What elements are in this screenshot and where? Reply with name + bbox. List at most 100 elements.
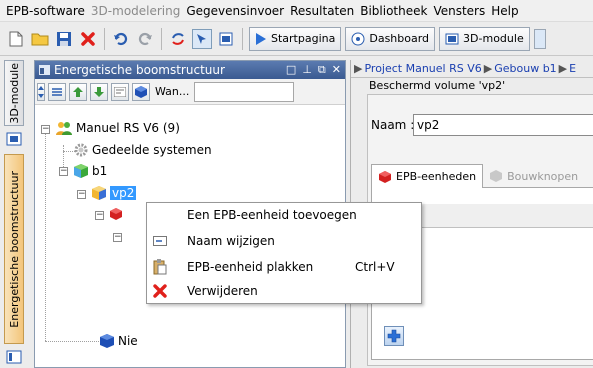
overflow-button[interactable] bbox=[533, 28, 546, 49]
expander-b1[interactable]: − bbox=[59, 167, 68, 176]
panel-divider bbox=[351, 77, 593, 78]
epb-unit-cube-icon bbox=[110, 208, 122, 220]
tab-energetische-boomstructuur[interactable]: Energetische boomstructuur bbox=[4, 154, 24, 344]
tree-icon[interactable] bbox=[6, 350, 22, 364]
arrow-down-icon bbox=[94, 86, 104, 97]
tree-connector bbox=[45, 341, 99, 342]
menu-item-paste[interactable]: EPB-eenheid plakken Ctrl+V bbox=[147, 256, 421, 277]
cursor-icon bbox=[197, 33, 206, 44]
expander-child[interactable]: − bbox=[95, 211, 104, 220]
new-file-icon bbox=[9, 31, 23, 46]
blue-cube-icon bbox=[100, 334, 114, 348]
add-button[interactable] bbox=[384, 326, 404, 346]
tab-bouwknopen[interactable]: Bouwknopen bbox=[483, 164, 584, 188]
open-folder-button[interactable] bbox=[30, 29, 50, 49]
context-menu: Een EPB-eenheid toevoegen Naam wijzigen … bbox=[146, 202, 422, 304]
tree-node-nie[interactable]: Nie bbox=[99, 333, 138, 349]
tab-bar: EPB-eenheden Bouwknopen bbox=[371, 164, 593, 188]
gear-icon bbox=[74, 143, 88, 157]
properties-button[interactable] bbox=[111, 82, 129, 101]
menu-vensters[interactable]: Vensters bbox=[433, 4, 485, 18]
toolbar-separator bbox=[104, 27, 105, 50]
dashboard-icon bbox=[351, 32, 365, 45]
tree-node-b1[interactable]: b1 bbox=[73, 163, 107, 179]
cube-view-button[interactable] bbox=[132, 82, 150, 101]
monitor-icon bbox=[445, 33, 459, 44]
side-tab-strip: 3D-module Energetische boomstructuur bbox=[4, 60, 26, 366]
building-cube-icon bbox=[74, 164, 88, 178]
menu-item-delete[interactable]: Verwijderen bbox=[147, 280, 421, 301]
folder-icon bbox=[31, 33, 49, 45]
cube-icon bbox=[135, 85, 147, 98]
menu-bibliotheek[interactable]: Bibliotheek bbox=[360, 4, 427, 18]
breadcrumb-arrow-icon: ▶ bbox=[483, 61, 493, 75]
menu-item-add-epb-unit[interactable]: Een EPB-eenheid toevoegen bbox=[147, 204, 421, 225]
delete-icon bbox=[81, 31, 95, 46]
breadcrumb: ▶ Project Manuel RS V6 ▶ Gebouw b1 ▶ E bbox=[351, 60, 593, 76]
collapse-all-button[interactable] bbox=[48, 82, 66, 101]
minimize-icon[interactable]: □ bbox=[286, 63, 296, 77]
pin-icon[interactable]: ⊥ bbox=[302, 63, 312, 77]
toolbar-separator bbox=[161, 27, 162, 50]
volume-title: Beschermd volume 'vp2' bbox=[369, 79, 506, 92]
expand-collapse-button[interactable] bbox=[37, 82, 45, 101]
tree-node-vp2[interactable]: vp2 bbox=[91, 185, 137, 201]
tree-filter-input[interactable] bbox=[194, 81, 295, 102]
undo-button[interactable] bbox=[111, 29, 131, 49]
breadcrumb-arrow-icon: ▶ bbox=[354, 61, 363, 75]
tree-node-gedeelde-systemen[interactable]: Gedeelde systemen bbox=[73, 142, 212, 158]
tree-panel-title: Energetische boomstructuur bbox=[54, 63, 225, 77]
refresh-icon bbox=[172, 32, 184, 45]
menu-help[interactable]: Help bbox=[491, 4, 518, 18]
delete-icon bbox=[152, 283, 168, 299]
properties-icon bbox=[114, 86, 126, 97]
arrow-up-icon bbox=[73, 86, 83, 97]
move-down-button[interactable] bbox=[90, 82, 108, 101]
expander-root[interactable]: − bbox=[41, 125, 50, 134]
dashboard-button[interactable]: Dashboard bbox=[345, 26, 436, 51]
expander-grandchild[interactable]: − bbox=[113, 233, 122, 242]
move-up-button[interactable] bbox=[69, 82, 87, 101]
breadcrumb-item-project[interactable]: Project Manuel RS V6 bbox=[364, 62, 481, 75]
redo-button[interactable] bbox=[135, 29, 155, 49]
filter-label[interactable]: Wan... bbox=[155, 85, 189, 98]
select-button[interactable] bbox=[192, 28, 212, 49]
tree-panel-header: Energetische boomstructuur □ ⊥ ⧉ ✕ bbox=[35, 61, 345, 79]
breadcrumb-arrow-icon: ▶ bbox=[558, 61, 568, 75]
breadcrumb-item-next[interactable]: E bbox=[569, 62, 576, 75]
naam-input[interactable]: vp2 bbox=[413, 114, 593, 136]
module-3d-icon[interactable] bbox=[6, 132, 22, 146]
save-icon bbox=[57, 31, 71, 46]
expander-vp2[interactable]: − bbox=[77, 190, 86, 199]
collapse-all-icon bbox=[52, 87, 62, 96]
window-button[interactable] bbox=[216, 29, 236, 49]
save-button[interactable] bbox=[54, 29, 74, 49]
menu-3d-modelering[interactable]: 3D-modelering bbox=[91, 4, 180, 18]
module-3d-button[interactable]: 3D-module bbox=[439, 26, 530, 51]
main-toolbar: Startpagina Dashboard 3D-module bbox=[0, 22, 593, 56]
volume-cube-icon bbox=[92, 186, 106, 200]
new-file-button[interactable] bbox=[6, 29, 26, 49]
startpagina-button[interactable]: Startpagina bbox=[249, 26, 342, 51]
breadcrumb-item-gebouw[interactable]: Gebouw b1 bbox=[494, 62, 556, 75]
tree-connector bbox=[45, 133, 46, 341]
menu-item-rename[interactable]: Naam wijzigen bbox=[147, 230, 421, 251]
panel-controls: □ ⊥ ⧉ ✕ bbox=[286, 63, 341, 77]
menu-epb-software[interactable]: EPB-software bbox=[6, 4, 85, 18]
bouwknopen-icon bbox=[490, 170, 503, 182]
tree-toolbar: Wan... bbox=[35, 79, 345, 105]
redo-icon bbox=[138, 32, 152, 45]
refresh-button[interactable] bbox=[168, 29, 188, 49]
float-icon[interactable]: ⧉ bbox=[318, 63, 326, 77]
tab-3d-module[interactable]: 3D-module bbox=[4, 60, 24, 126]
tab-epb-eenheden[interactable]: EPB-eenheden bbox=[371, 164, 484, 188]
menu-resultaten[interactable]: Resultaten bbox=[290, 4, 354, 18]
menu-gegevensinvoer[interactable]: Gegevensinvoer bbox=[186, 4, 284, 18]
group-icon bbox=[56, 122, 72, 135]
delete-button[interactable] bbox=[78, 29, 98, 49]
close-icon[interactable]: ✕ bbox=[332, 63, 341, 77]
red-cube-icon bbox=[379, 170, 391, 183]
tree-node-epb-unit[interactable] bbox=[109, 207, 123, 221]
tree-node-root[interactable]: Manuel RS V6 (9) bbox=[55, 120, 180, 136]
plus-icon bbox=[387, 329, 401, 343]
